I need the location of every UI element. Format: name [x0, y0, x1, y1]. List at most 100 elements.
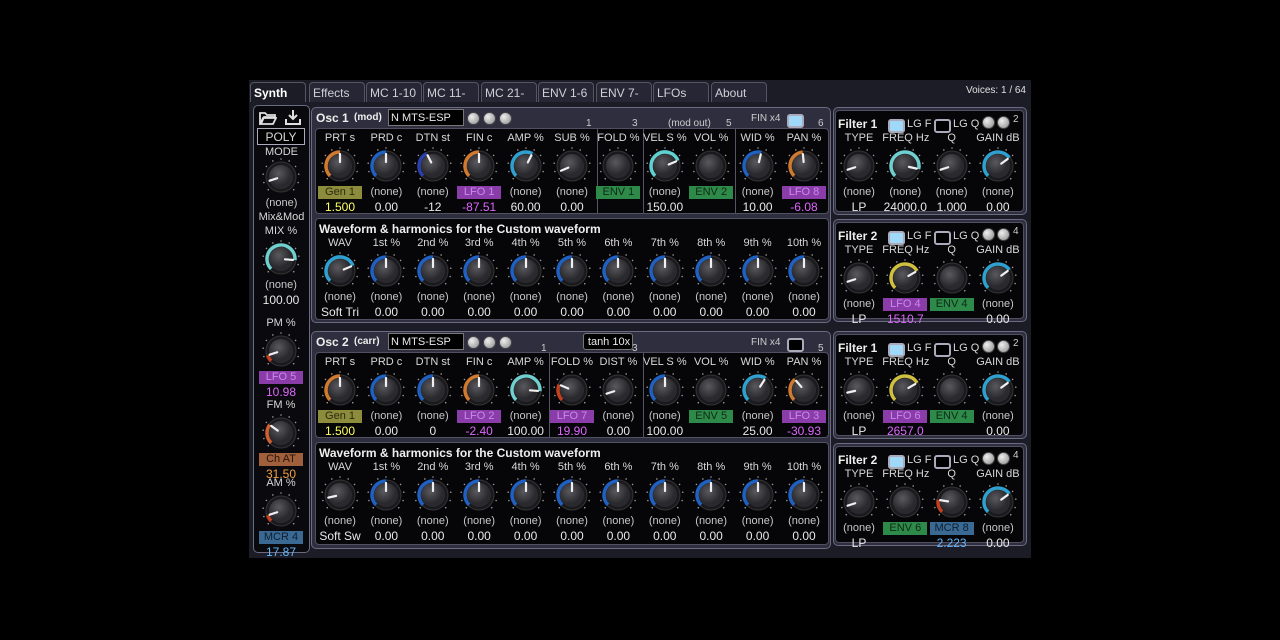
mod-source-none[interactable]: (none): [596, 515, 640, 528]
knob[interactable]: [410, 147, 456, 185]
filter-mute-icon[interactable]: [997, 228, 1010, 241]
mod-source-none[interactable]: (none): [411, 291, 455, 304]
mod-source-none[interactable]: (none): [736, 186, 780, 199]
mod-source-none[interactable]: (none): [689, 291, 733, 304]
mod-source-env-4[interactable]: ENV 4: [929, 410, 974, 423]
mode-knob[interactable]: [262, 158, 300, 199]
mod-source-env-5[interactable]: ENV 5: [689, 410, 734, 423]
mod-source-mcr-8[interactable]: MCR 8: [929, 522, 974, 535]
filter-mute-icon[interactable]: [997, 116, 1010, 129]
mod-source-lfo-4[interactable]: LFO 4: [883, 298, 928, 311]
mod-source-none[interactable]: (none): [411, 410, 455, 423]
keytrack-icon[interactable]: [483, 336, 496, 349]
knob[interactable]: [456, 371, 502, 409]
mod-source-none[interactable]: (none): [837, 298, 881, 311]
filter-knob-icon[interactable]: [982, 452, 995, 465]
poly-mode-button[interactable]: POLY: [257, 128, 305, 145]
mod-source-lfo-5[interactable]: LFO 5: [259, 371, 303, 384]
mod-source-none[interactable]: (none): [736, 291, 780, 304]
mod-source-none[interactable]: (none): [643, 410, 687, 423]
mod-source-none[interactable]: (none): [411, 515, 455, 528]
mod-source-none[interactable]: (none): [736, 410, 780, 423]
mod-source-mcr-4[interactable]: MCR 4: [259, 531, 303, 544]
mod-source-none[interactable]: (none): [736, 515, 780, 528]
mod-source-none[interactable]: (none): [689, 515, 733, 528]
knob[interactable]: [882, 259, 928, 297]
open-folder-icon[interactable]: [258, 110, 278, 125]
knob[interactable]: [735, 476, 781, 514]
knob[interactable]: [929, 483, 975, 521]
mod-source-none[interactable]: (none): [318, 515, 362, 528]
filter-mute-icon[interactable]: [997, 452, 1010, 465]
fin-x4-checkbox[interactable]: [787, 338, 804, 352]
mod-source-none[interactable]: (none): [550, 291, 594, 304]
fin-x4-checkbox[interactable]: [787, 114, 804, 128]
mod-source-none[interactable]: (none): [643, 186, 687, 199]
knob[interactable]: [836, 259, 882, 297]
knob[interactable]: [975, 371, 1021, 409]
tab-mc-11-20[interactable]: MC 11-20: [423, 82, 479, 120]
mod-source-lfo-8[interactable]: LFO 8: [782, 186, 826, 199]
mod-source-none[interactable]: (none): [364, 515, 408, 528]
keytrack-icon[interactable]: [483, 112, 496, 125]
knob[interactable]: [642, 147, 688, 185]
mod-source-gen-1[interactable]: Gen 1: [318, 186, 362, 199]
mod-source-none[interactable]: (none): [596, 410, 640, 423]
tab-mc-1-10[interactable]: MC 1-10: [366, 82, 422, 102]
knob[interactable]: [735, 371, 781, 409]
knob[interactable]: [929, 371, 975, 409]
knob[interactable]: [688, 371, 734, 409]
tab-about[interactable]: About: [711, 82, 767, 102]
knob[interactable]: [735, 147, 781, 185]
knob[interactable]: [258, 332, 304, 370]
knob[interactable]: [549, 371, 595, 409]
knob[interactable]: [410, 371, 456, 409]
tab-effects[interactable]: Effects: [309, 82, 365, 102]
knob[interactable]: [882, 371, 928, 409]
knob[interactable]: [781, 476, 827, 514]
knob[interactable]: [688, 147, 734, 185]
knob[interactable]: [549, 147, 595, 185]
knob[interactable]: [258, 240, 304, 278]
knob[interactable]: [836, 483, 882, 521]
mod-source-env-2[interactable]: ENV 2: [689, 186, 734, 199]
mod-source-lfo-2[interactable]: LFO 2: [457, 410, 502, 423]
knob[interactable]: [549, 476, 595, 514]
mod-source-none[interactable]: (none): [643, 291, 687, 304]
knob[interactable]: [929, 147, 975, 185]
knob[interactable]: [642, 371, 688, 409]
knob[interactable]: [882, 147, 928, 185]
knob[interactable]: [410, 252, 456, 290]
knob[interactable]: [595, 252, 641, 290]
mod-source-none[interactable]: (none): [976, 522, 1020, 535]
mute-icon[interactable]: [499, 336, 512, 349]
knob[interactable]: [456, 476, 502, 514]
filter-mute-icon[interactable]: [997, 340, 1010, 353]
mod-source-none[interactable]: (none): [837, 522, 881, 535]
knob[interactable]: [595, 147, 641, 185]
knob[interactable]: [456, 147, 502, 185]
knob[interactable]: [975, 147, 1021, 185]
mod-source-none[interactable]: (none): [364, 291, 408, 304]
knob[interactable]: [549, 252, 595, 290]
mod-source-none[interactable]: (none): [596, 291, 640, 304]
knob[interactable]: [317, 371, 363, 409]
mod-source-none[interactable]: (none): [550, 515, 594, 528]
mod-source-none[interactable]: (none): [318, 291, 362, 304]
filter-knob-icon[interactable]: [982, 340, 995, 353]
knob[interactable]: [317, 147, 363, 185]
knob[interactable]: [317, 476, 363, 514]
knob[interactable]: [503, 476, 549, 514]
tuning-knob-icon[interactable]: [467, 112, 480, 125]
mod-source-lfo-1[interactable]: LFO 1: [457, 186, 502, 199]
mod-source-none[interactable]: (none): [930, 186, 974, 199]
mod-source-env-6[interactable]: ENV 6: [883, 522, 928, 535]
mod-source-env-1[interactable]: ENV 1: [596, 186, 641, 199]
mod-source-none[interactable]: (none): [364, 186, 408, 199]
knob[interactable]: [642, 252, 688, 290]
mod-source-none[interactable]: (none): [976, 298, 1020, 311]
mod-source-gen-1[interactable]: Gen 1: [318, 410, 362, 423]
knob[interactable]: [688, 252, 734, 290]
save-download-icon[interactable]: [284, 109, 302, 125]
knob[interactable]: [503, 147, 549, 185]
